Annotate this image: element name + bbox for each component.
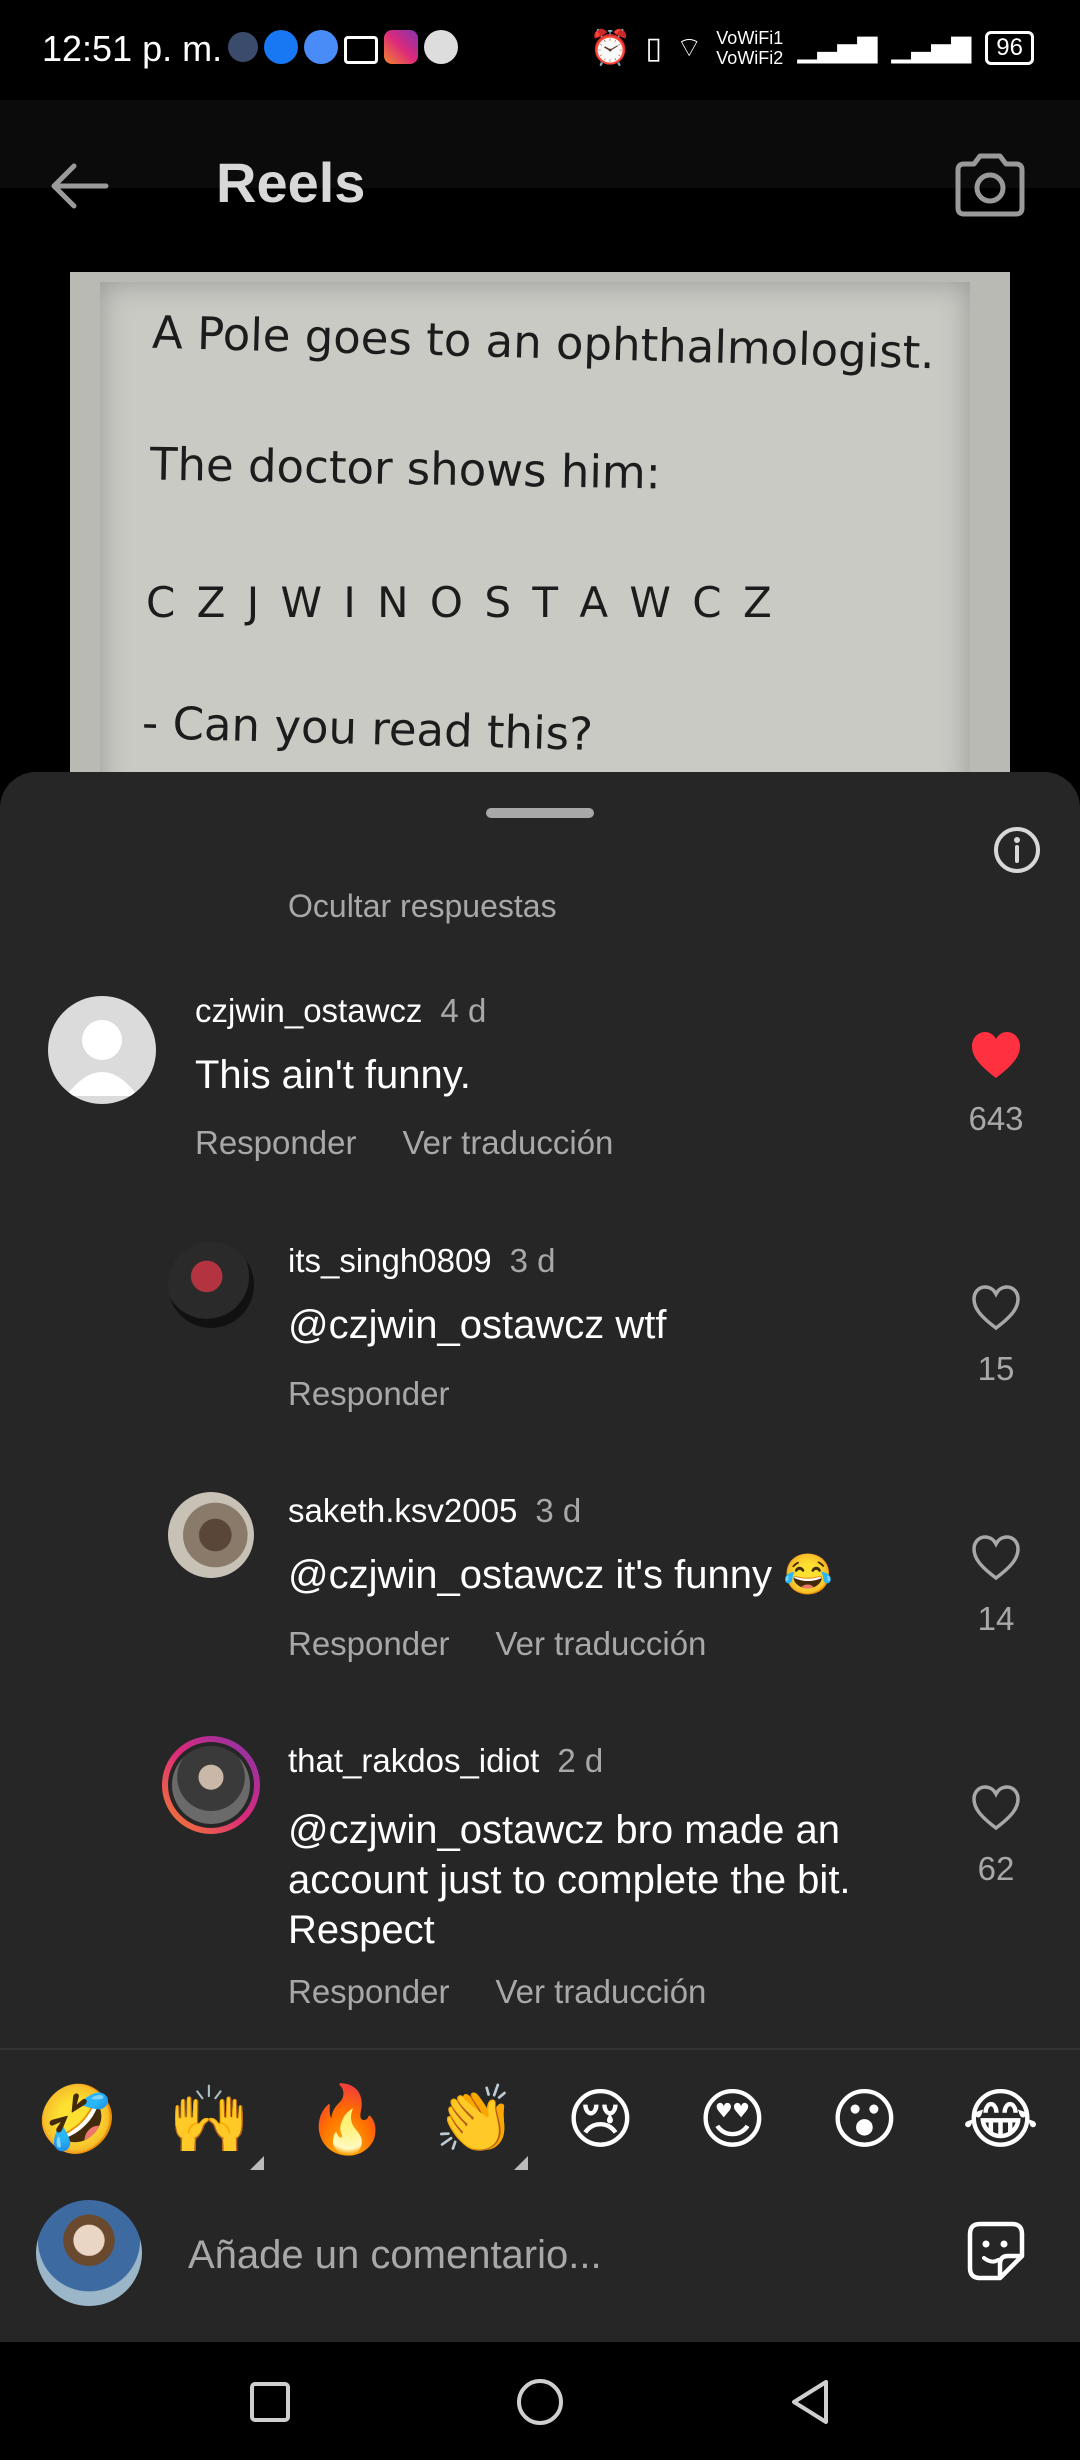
messenger-icon: [304, 30, 338, 64]
recents-square-icon[interactable]: [240, 2372, 300, 2432]
emoji-heart-eyes[interactable]: 😍: [698, 2080, 767, 2160]
reply-username[interactable]: that_rakdos_idiot: [288, 1742, 539, 1779]
reply-actions: Responder: [288, 1375, 495, 1413]
sticker-icon[interactable]: [960, 2216, 1032, 2288]
reply-time: 2 d: [557, 1742, 604, 1779]
avatar[interactable]: [168, 1242, 254, 1328]
back-arrow-icon[interactable]: [44, 150, 116, 222]
info-icon[interactable]: [992, 825, 1042, 875]
hide-replies-link[interactable]: Ocultar respuestas: [288, 888, 557, 925]
emoji-clapping[interactable]: 👏: [434, 2080, 516, 2160]
reel-line-1: A Pole goes to an ophthalmologist.: [151, 305, 936, 380]
my-avatar: [36, 2200, 142, 2306]
reply-actions: Responder Ver traducción: [288, 1625, 752, 1663]
skin-tone-caret-icon: [250, 2156, 264, 2170]
camera-icon[interactable]: [950, 146, 1030, 226]
default-avatar-icon: [66, 1020, 138, 1096]
comment-header: czjwin_ostawcz 4 d: [195, 992, 486, 1030]
avatar[interactable]: [48, 996, 156, 1104]
like-count: 62: [977, 1850, 1015, 1887]
reply-header: saketh.ksv2005 3 d: [288, 1492, 581, 1530]
divider: [0, 2048, 1080, 2050]
sheet-drag-handle[interactable]: [486, 808, 594, 818]
comment-text: This ain't funny.: [195, 1053, 471, 1097]
like-count: 643: [968, 1100, 1024, 1137]
reel-text-card: A Pole goes to an ophthalmologist. The d…: [100, 282, 970, 792]
skin-tone-caret-icon: [514, 2156, 528, 2170]
reply-text-line-2: account just to complete the bit.: [288, 1858, 851, 1902]
vowifi-labels: VoWiFi1 VoWiFi2: [716, 28, 783, 68]
see-translation-button[interactable]: Ver traducción: [495, 1973, 706, 2010]
emoji-fire[interactable]: 🔥: [306, 2080, 388, 2160]
app-notification-icon: [228, 32, 258, 62]
status-right: ⏰ ▯ ⌔ VoWiFi1 VoWiFi2 ▁▃▅▇ ▁▃▅▇ 96: [589, 28, 1034, 68]
reply-text: @czjwin_ostawcz bro made an account just…: [288, 1805, 851, 1955]
reply-text-line-1: @czjwin_ostawcz bro made an: [288, 1808, 840, 1852]
reel-preview[interactable]: A Pole goes to an ophthalmologist. The d…: [70, 272, 1010, 792]
reel-line-3: C Z J W I N O S T A W C Z: [146, 578, 776, 627]
avatar-photo: [172, 1746, 250, 1824]
status-time: 12:51 p. m.: [42, 28, 223, 69]
reply-text: @czjwin_ostawcz wtf: [288, 1303, 667, 1347]
emoji-quick-bar: 🤣 🙌 🔥 👏 😢 😍 😮 😂: [0, 2080, 1080, 2170]
reply-button[interactable]: Responder: [288, 1973, 449, 2010]
header-bar: [0, 100, 1080, 188]
vowifi-1: VoWiFi1: [716, 28, 784, 48]
signal-icon-2: ▁▃▅▇: [891, 32, 972, 63]
emoji-raising-hands[interactable]: 🙌: [168, 2080, 250, 2160]
alarm-icon: ⏰: [589, 29, 632, 67]
emoji-joy[interactable]: 😂: [962, 2080, 1039, 2160]
dot-icon: [424, 30, 458, 64]
vibrate-icon: ▯: [645, 31, 662, 65]
signal-icon-1: ▁▃▅▇: [797, 32, 878, 63]
comment-actions: Responder Ver traducción: [195, 1124, 659, 1162]
reply-text-line-3: Respect: [288, 1908, 435, 1952]
reply-time: 3 d: [509, 1242, 556, 1279]
reply-actions: Responder Ver traducción: [288, 1973, 752, 2011]
battery-level: 96: [985, 31, 1034, 65]
emoji-crying[interactable]: 😢: [566, 2080, 635, 2160]
gmail-icon: [344, 36, 378, 64]
avatar[interactable]: [168, 1492, 254, 1578]
reel-line-4: - Can you read this?: [141, 696, 594, 761]
heart-outline-icon[interactable]: [968, 1280, 1024, 1336]
heart-filled-icon[interactable]: [968, 1028, 1024, 1084]
back-triangle-icon[interactable]: [780, 2372, 840, 2432]
reply-header: its_singh0809 3 d: [288, 1242, 556, 1280]
reply-text: @czjwin_ostawcz it's funny 😂: [288, 1553, 833, 1597]
reply-button[interactable]: Responder: [195, 1124, 356, 1161]
heart-outline-icon[interactable]: [968, 1530, 1024, 1586]
emoji-rofl[interactable]: 🤣: [36, 2080, 118, 2160]
reply-username[interactable]: saketh.ksv2005: [288, 1492, 517, 1529]
facebook-icon: [264, 30, 298, 64]
comment-username[interactable]: czjwin_ostawcz: [195, 992, 422, 1029]
reel-line-2: The doctor shows him:: [149, 437, 662, 500]
see-translation-button[interactable]: Ver traducción: [495, 1625, 706, 1662]
wifi-icon: ⌔: [675, 31, 703, 63]
reply-button[interactable]: Responder: [288, 1375, 449, 1412]
story-ring-avatar[interactable]: [162, 1736, 260, 1834]
home-circle-icon[interactable]: [510, 2372, 570, 2432]
emoji-surprised[interactable]: 😮: [830, 2080, 899, 2160]
notification-icons: [228, 30, 458, 70]
avatar: [168, 1742, 254, 1828]
reply-header: that_rakdos_idiot 2 d: [288, 1742, 603, 1780]
vowifi-2: VoWiFi2: [716, 48, 784, 68]
comment-input[interactable]: [186, 2224, 890, 2286]
reply-button[interactable]: Responder: [288, 1625, 449, 1662]
see-translation-button[interactable]: Ver traducción: [402, 1124, 613, 1161]
instagram-icon: [384, 30, 418, 64]
reply-username[interactable]: its_singh0809: [288, 1242, 492, 1279]
reply-time: 3 d: [535, 1492, 582, 1529]
page-title: Reels: [216, 151, 366, 214]
comment-time: 4 d: [440, 992, 487, 1029]
heart-outline-icon[interactable]: [968, 1780, 1024, 1836]
like-count: 14: [977, 1600, 1015, 1637]
like-count: 15: [977, 1350, 1015, 1387]
